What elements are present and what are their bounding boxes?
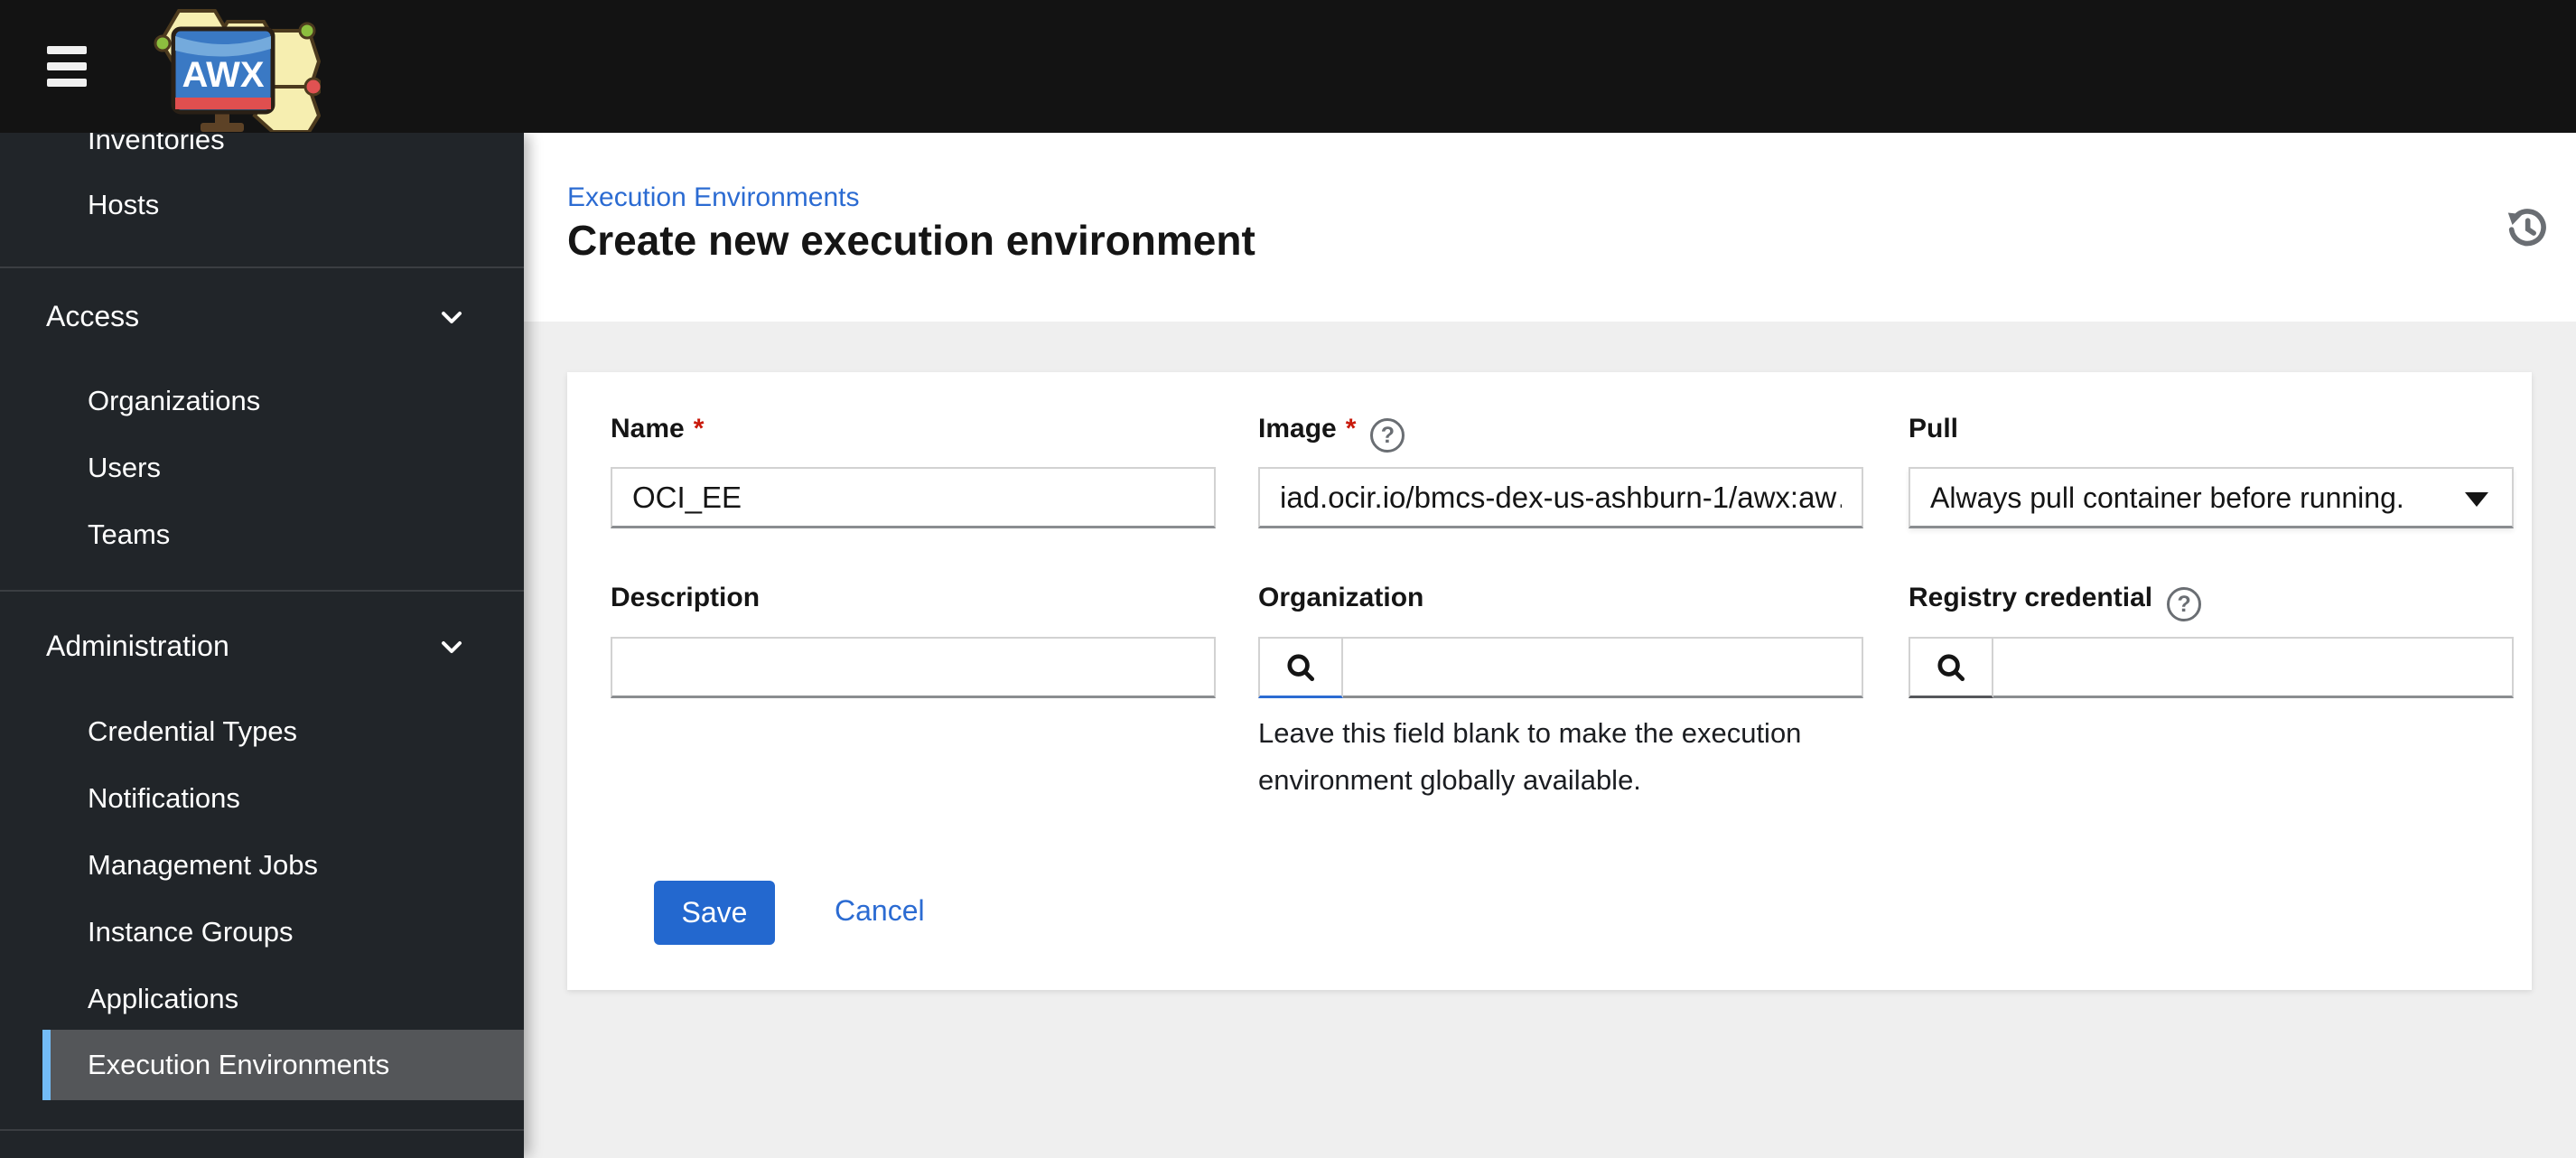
sidebar-nav: Inventories Hosts Access Organizations U… — [0, 133, 524, 1158]
sidebar-item-execution-environments[interactable]: Execution Environments — [42, 1030, 524, 1100]
sidebar-section-access[interactable]: Access — [0, 295, 524, 337]
active-item-indicator — [42, 1030, 51, 1100]
organization-search-button[interactable] — [1258, 637, 1343, 698]
select-caret-icon — [2465, 492, 2488, 507]
sidebar-item-instance-groups[interactable]: Instance Groups — [0, 912, 524, 952]
page-header: Execution Environments Create new execut… — [524, 133, 2576, 322]
search-icon — [1937, 653, 1965, 681]
image-input[interactable] — [1258, 467, 1863, 528]
history-icon[interactable] — [2502, 203, 2553, 254]
sidebar-divider — [0, 266, 524, 268]
image-label: Image *? — [1258, 414, 1405, 453]
sidebar-item-users[interactable]: Users — [0, 448, 524, 488]
name-input[interactable] — [611, 467, 1216, 528]
organization-label: Organization — [1258, 583, 1424, 612]
sidebar-item-teams[interactable]: Teams — [0, 515, 524, 555]
organization-lookup — [1258, 637, 1863, 698]
sidebar-item-applications[interactable]: Applications — [0, 979, 524, 1019]
chevron-down-icon[interactable] — [441, 636, 462, 658]
sidebar-item-management-jobs[interactable]: Management Jobs — [0, 845, 524, 885]
sidebar-item-inventories[interactable]: Inventories — [0, 133, 524, 160]
breadcrumb-execution-environments[interactable]: Execution Environments — [567, 182, 860, 213]
required-asterisk: * — [1345, 414, 1357, 444]
sidebar-divider — [0, 1129, 524, 1131]
chevron-down-icon[interactable] — [441, 306, 462, 328]
sidebar-section-administration[interactable]: Administration — [0, 625, 524, 667]
awx-logo: AWX — [154, 9, 321, 132]
sidebar-item-organizations[interactable]: Organizations — [0, 381, 524, 421]
pull-select[interactable]: Always pull container before running. — [1909, 467, 2514, 528]
sidebar-divider — [0, 590, 524, 592]
sidebar-item-hosts[interactable]: Hosts — [0, 185, 524, 225]
svg-text:AWX: AWX — [182, 55, 264, 95]
search-icon — [1287, 653, 1315, 681]
description-label: Description — [611, 583, 761, 612]
registry-credential-help-icon[interactable]: ? — [2167, 587, 2202, 621]
description-input[interactable] — [611, 637, 1216, 698]
registry-credential-lookup — [1909, 637, 2514, 698]
required-asterisk: * — [693, 414, 705, 444]
hamburger-menu-icon[interactable] — [47, 45, 87, 87]
save-button[interactable]: Save — [654, 881, 775, 945]
name-label: Name * — [611, 414, 705, 444]
sidebar-item-notifications[interactable]: Notifications — [0, 779, 524, 818]
pull-label: Pull — [1909, 414, 1959, 444]
sidebar-item-credential-types[interactable]: Credential Types — [0, 712, 524, 752]
registry-credential-search-button[interactable] — [1909, 637, 1993, 698]
pull-selected-value: Always pull container before running. — [1930, 481, 2404, 514]
registry-credential-input[interactable] — [1993, 637, 2514, 698]
cancel-button[interactable]: Cancel — [835, 894, 925, 928]
organization-input[interactable] — [1343, 637, 1863, 698]
create-ee-form-card: Name* Description Save Cancel Image*? Or… — [567, 372, 2532, 990]
organization-helper-text: Leave this field blank to make the execu… — [1258, 717, 1802, 796]
image-help-icon[interactable]: ? — [1370, 418, 1405, 453]
registry-credential-label: Registry credential? — [1909, 583, 2202, 621]
page-title: Create new execution environment — [567, 217, 1255, 264]
top-navbar: AWX 0 ? admin — [0, 0, 2576, 133]
